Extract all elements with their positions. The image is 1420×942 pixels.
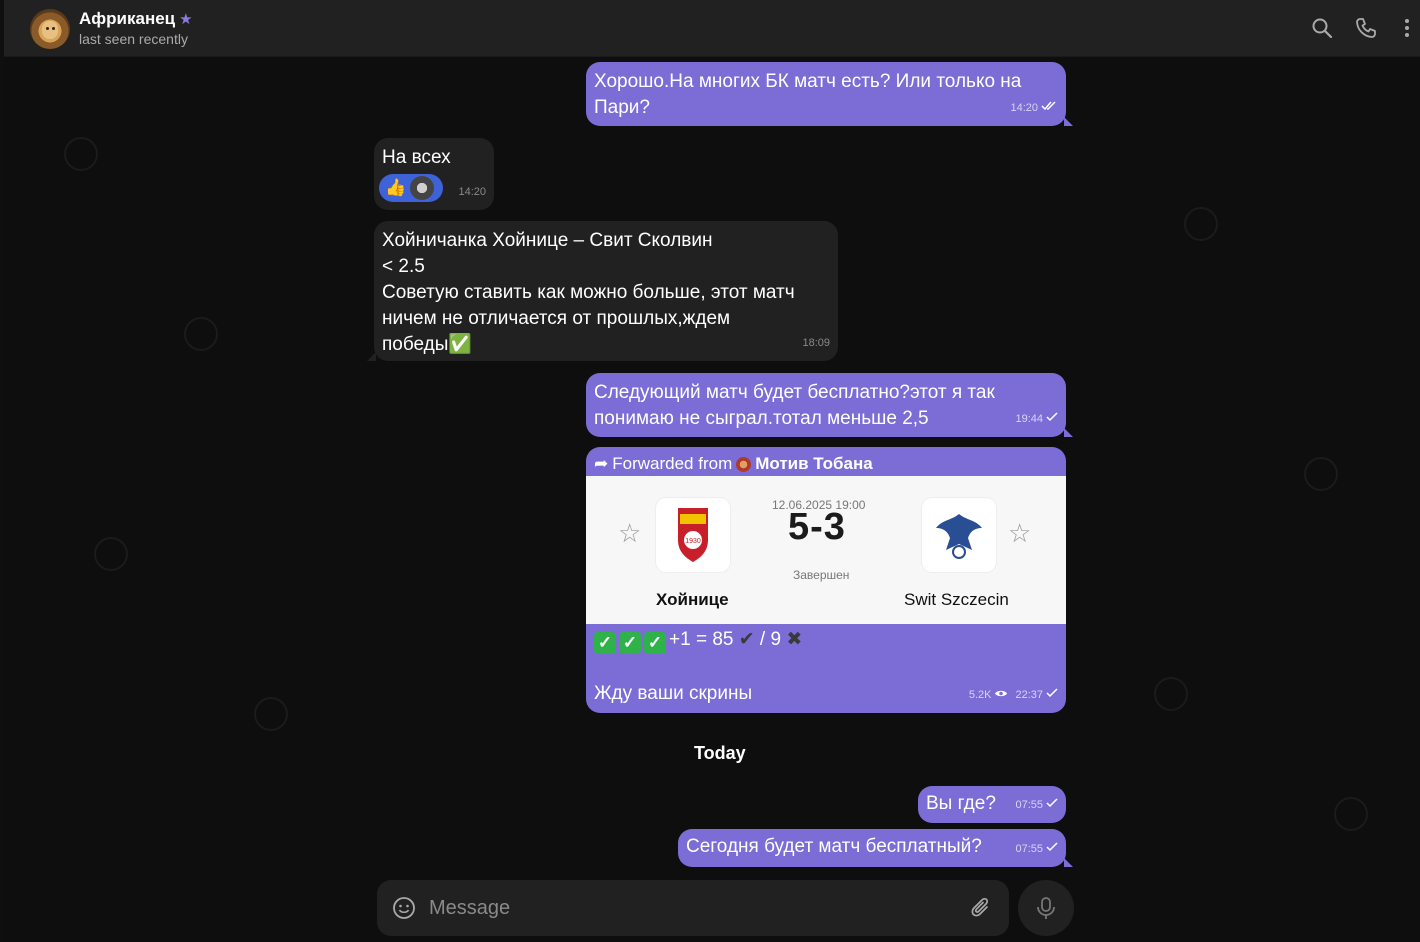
view-count: 5.2K: [968, 689, 992, 701]
match-score: 5-3: [788, 506, 846, 548]
reactions[interactable]: 👍: [379, 174, 443, 202]
message-composer[interactable]: Message: [377, 880, 1009, 936]
chat-header: Африканец ★ last seen recently: [4, 0, 1420, 57]
green-check-icon: ✓: [594, 632, 616, 654]
forward-arrow-icon: ➦: [594, 454, 609, 473]
message-text: Жду ваши скрины: [594, 683, 753, 704]
chat-window: Африканец ★ last seen recently Хорошо.На…: [4, 0, 1420, 942]
green-check-icon: ✓: [619, 632, 641, 654]
message-bubble-outgoing[interactable]: Хорошо.На многих БК матч есть? Или тольк…: [586, 62, 1073, 126]
message-text-line: Хорошо.На многих БК матч есть? Или тольк…: [594, 71, 1022, 92]
message-time: 18:09: [802, 337, 830, 349]
forward-source: Мотив Тобана: [755, 454, 873, 473]
message-text-line: < 2.5: [382, 256, 425, 277]
check-emoji-icon: ✅: [448, 334, 473, 355]
message-input[interactable]: Message: [429, 897, 510, 920]
message-text-line: Советую ставить как можно больше, этот м…: [382, 282, 795, 303]
message-text-line: понимаю не сыграл.тотал меньше 2,5: [594, 408, 929, 429]
chat-status: last seen recently: [79, 31, 188, 47]
message-bubble-incoming[interactable]: Хойничанка Хойнице – Свит Сколвин < 2.5 …: [367, 221, 838, 361]
emoji-icon[interactable]: [392, 896, 416, 925]
match-card-image[interactable]: ☆ 1930 12.06.2025 19:00 5-3 Завершен ☆ Х…: [586, 476, 1066, 624]
home-team-name: Хойнице: [656, 590, 729, 609]
mic-button[interactable]: [1018, 880, 1074, 936]
check-icon: [1046, 682, 1058, 708]
tally-line: ✓ ✓ ✓ +1 = 85 ✔ / 9 ✖: [594, 627, 802, 654]
message-text: Вы где?: [926, 793, 996, 814]
phone-icon[interactable]: [1354, 16, 1378, 40]
day-separator: Today: [694, 743, 746, 763]
check-icon: [1046, 836, 1058, 862]
message-time: 19:44: [1015, 413, 1043, 425]
message-text-line: победы: [382, 334, 449, 355]
message-time: 07:55: [1015, 843, 1043, 855]
avatar[interactable]: [30, 9, 70, 49]
channel-avatar: [736, 456, 752, 472]
message-text-line: Следующий матч будет бесплатно?этот я та…: [594, 382, 995, 403]
check-icon: [1046, 406, 1058, 432]
message-bubble-outgoing[interactable]: Следующий матч будет бесплатно?этот я та…: [586, 373, 1073, 437]
message-bubble-outgoing[interactable]: Вы где? 07:55: [918, 786, 1066, 823]
favorite-star-icon: ☆: [618, 518, 642, 548]
message-text-line: ничем не отличается от прошлых,ждем: [382, 308, 731, 329]
message-time: 14:20: [1010, 102, 1038, 114]
double-check-icon: [1041, 95, 1058, 121]
match-status: Завершен: [793, 568, 850, 582]
more-vertical-icon[interactable]: [1402, 16, 1412, 40]
tally-text: +1 = 85: [669, 629, 734, 650]
message-time: 14:20: [458, 186, 486, 198]
favorite-star-icon: ☆: [1008, 518, 1032, 548]
home-logo-year: 1930: [685, 538, 701, 545]
message-time: 22:37: [1015, 689, 1043, 701]
eye-icon: [994, 682, 1008, 708]
message-bubble-outgoing[interactable]: Сегодня будет матч бесплатный? 07:55: [678, 829, 1073, 867]
star-icon: ★: [179, 11, 193, 28]
message-text-line: Пари?: [594, 97, 650, 118]
green-check-icon: ✓: [644, 632, 666, 654]
check-mark-icon: ✔: [738, 629, 755, 650]
cross-icon: ✖: [786, 629, 803, 650]
forwarded-message[interactable]: ➦ Forwarded from Мотив Тобана ☆ 1930 12.…: [586, 447, 1066, 713]
message-text: Сегодня будет матч бесплатный?: [686, 836, 982, 857]
chat-title[interactable]: Африканец: [79, 9, 175, 29]
forward-header[interactable]: ➦ Forwarded from Мотив Тобана: [594, 451, 873, 477]
message-bubble-incoming[interactable]: На всех 👍 14:20: [374, 138, 494, 210]
attach-icon[interactable]: [969, 896, 993, 925]
search-icon[interactable]: [1310, 16, 1334, 40]
reactor-avatar: [410, 176, 435, 200]
home-team-logo: 1930: [656, 498, 730, 572]
mic-icon: [1035, 896, 1057, 925]
thumbs-up-icon: 👍: [385, 178, 407, 197]
forward-prefix: Forwarded from: [612, 454, 733, 473]
message-time: 07:55: [1015, 799, 1043, 811]
away-team-logo: [922, 498, 996, 572]
tally-separator: / 9: [754, 629, 787, 650]
away-team-name: Swit Szczecin: [904, 590, 1009, 609]
message-text-line: Хойничанка Хойнице – Свит Сколвин: [382, 230, 713, 251]
message-text: На всех: [382, 147, 451, 168]
check-icon: [1046, 792, 1058, 818]
